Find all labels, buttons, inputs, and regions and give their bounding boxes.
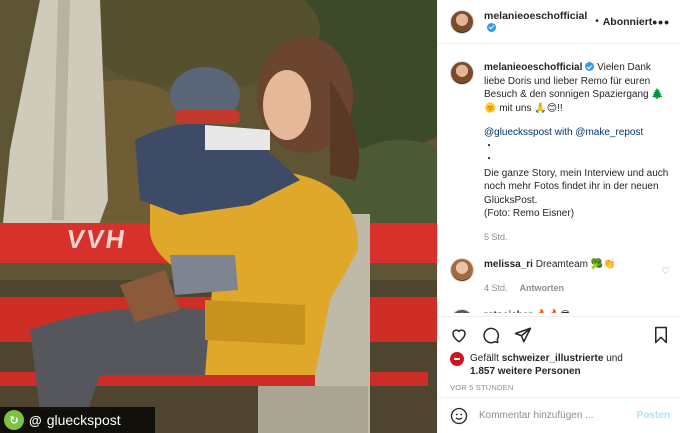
comment-input[interactable] <box>479 410 626 421</box>
caption: melanieoeschofficial Vielen Dank liebe D… <box>450 61 670 244</box>
avatar[interactable] <box>450 309 474 313</box>
comments-list[interactable]: melanieoeschofficial Vielen Dank liebe D… <box>438 45 680 313</box>
liker-username[interactable]: schweizer_illustrierte <box>502 353 604 364</box>
header-separator: • <box>595 16 599 27</box>
like-comment-icon[interactable]: ♡ <box>661 266 670 295</box>
list-item: melissa_ri Dreamteam 🥦👏 4 Std. Antworten … <box>450 258 670 295</box>
repost-at-icon: @ <box>29 412 42 428</box>
post-actions: Gefällt schweizer_illustrierte und 1.857… <box>438 316 680 392</box>
avatar[interactable] <box>450 258 474 282</box>
avatar[interactable] <box>450 61 474 85</box>
bench-text: VVH <box>64 224 129 254</box>
follow-status-button[interactable]: Abonniert <box>603 16 653 28</box>
caption-story: ・ ・ Die ganze Story, mein Interview und … <box>484 140 669 220</box>
repost-icon: ↻ <box>4 410 24 430</box>
likes-mid: und <box>606 353 623 364</box>
bookmark-icon[interactable] <box>652 326 670 344</box>
caption-time[interactable]: 5 Std. <box>484 231 670 245</box>
caption-mentions[interactable]: @gluecksspost with @make_repost <box>484 126 670 140</box>
comment-icon[interactable] <box>482 326 500 344</box>
post-side-panel: melanieoeschofficial • Abonniert ••• mel… <box>437 0 680 433</box>
emoji-icon[interactable] <box>450 407 468 425</box>
repost-username: glueckspost <box>46 412 121 428</box>
comment-meta: 4 Std. Antworten <box>484 282 651 296</box>
post-header: melanieoeschofficial • Abonniert ••• <box>438 0 680 44</box>
post-photo[interactable]: VVH ↻ @ glueckspost <box>0 0 437 433</box>
heart-icon[interactable] <box>450 326 468 344</box>
reply-button[interactable]: Antworten <box>520 283 565 293</box>
verified-badge-icon <box>585 62 595 71</box>
comment-time[interactable]: 4 Std. <box>484 283 508 293</box>
more-options-icon[interactable]: ••• <box>652 14 670 30</box>
likes-prefix: Gefällt <box>470 353 499 364</box>
comment-text: 🔥🔥😎 <box>535 310 570 313</box>
comment-text: Dreamteam 🥦👏 <box>535 259 616 270</box>
post-date[interactable]: VOR 5 STUNDEN <box>450 383 670 392</box>
caption-username[interactable]: melanieoeschofficial <box>484 62 582 73</box>
post-comment-button[interactable]: Posten <box>637 410 670 421</box>
header-username-text[interactable]: melanieoeschofficial <box>484 10 587 22</box>
photo-illustration <box>0 0 437 433</box>
liker-avatar[interactable] <box>450 352 464 366</box>
comment-username[interactable]: melissa_ri <box>484 259 533 270</box>
list-item: retoeicher 🔥🔥😎 ♡ <box>450 309 670 313</box>
repost-watermark: ↻ @ glueckspost <box>0 407 155 433</box>
likes-summary: Gefällt schweizer_illustrierte und 1.857… <box>450 352 670 378</box>
add-comment-bar: Posten <box>438 397 680 433</box>
header-username[interactable]: melanieoeschofficial <box>484 10 591 34</box>
avatar[interactable] <box>450 9 474 34</box>
comment-username[interactable]: retoeicher <box>484 310 532 313</box>
share-icon[interactable] <box>514 326 532 344</box>
verified-badge-icon <box>487 22 496 32</box>
likes-count[interactable]: 1.857 weitere Personen <box>470 366 581 377</box>
